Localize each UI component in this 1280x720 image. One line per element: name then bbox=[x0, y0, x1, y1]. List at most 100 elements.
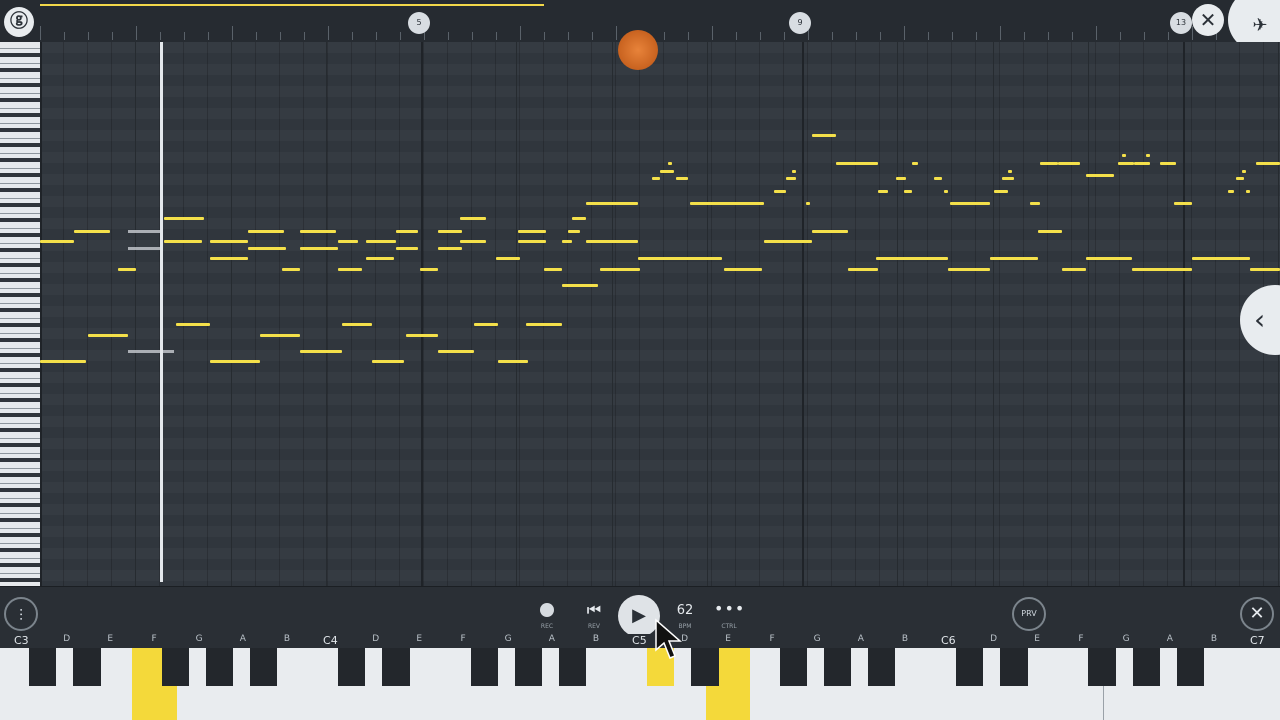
midi-note[interactable] bbox=[518, 240, 546, 243]
midi-note[interactable] bbox=[896, 177, 906, 180]
midi-note[interactable] bbox=[260, 334, 300, 337]
black-key-fsharp4[interactable] bbox=[470, 648, 498, 686]
midi-note[interactable] bbox=[300, 230, 336, 233]
midi-note[interactable] bbox=[562, 284, 598, 287]
midi-note[interactable] bbox=[498, 360, 528, 363]
close-keyboard-icon[interactable]: ✕ bbox=[1240, 597, 1274, 631]
midi-note[interactable] bbox=[836, 162, 878, 165]
ghost-note[interactable] bbox=[128, 350, 174, 353]
midi-note[interactable] bbox=[812, 134, 836, 137]
midi-note[interactable] bbox=[300, 350, 342, 353]
midi-note[interactable] bbox=[848, 268, 878, 271]
midi-note[interactable] bbox=[1086, 174, 1114, 177]
piano-keyboard[interactable] bbox=[0, 648, 1280, 720]
prv-button[interactable]: PRV bbox=[1012, 597, 1046, 631]
midi-note[interactable] bbox=[1040, 162, 1058, 165]
midi-note[interactable] bbox=[812, 230, 848, 233]
midi-note[interactable] bbox=[806, 202, 810, 205]
midi-note[interactable] bbox=[366, 257, 394, 260]
midi-note[interactable] bbox=[460, 240, 486, 243]
midi-note[interactable] bbox=[878, 190, 888, 193]
midi-note[interactable] bbox=[1118, 162, 1134, 165]
black-key-gsharp3[interactable] bbox=[205, 648, 234, 686]
black-key-gsharp5[interactable] bbox=[823, 648, 851, 686]
midi-note[interactable] bbox=[668, 162, 672, 165]
bar-marker-5[interactable]: 5 bbox=[408, 12, 430, 34]
midi-note[interactable] bbox=[1236, 177, 1244, 180]
midi-note[interactable] bbox=[994, 190, 1008, 193]
black-key-dsharp3[interactable] bbox=[73, 648, 101, 686]
midi-note[interactable] bbox=[338, 240, 358, 243]
midi-note[interactable] bbox=[74, 230, 110, 233]
black-key-asharp4[interactable] bbox=[558, 648, 587, 686]
midi-note[interactable] bbox=[1086, 257, 1132, 260]
midi-note[interactable] bbox=[40, 240, 74, 243]
midi-note[interactable] bbox=[1132, 268, 1192, 271]
midi-note[interactable] bbox=[248, 230, 284, 233]
midi-note[interactable] bbox=[774, 190, 786, 193]
midi-note[interactable] bbox=[248, 247, 286, 250]
playhead[interactable] bbox=[160, 42, 163, 582]
midi-note[interactable] bbox=[1228, 190, 1234, 193]
piano-key-strip[interactable] bbox=[0, 42, 40, 586]
midi-note[interactable] bbox=[496, 257, 520, 260]
midi-note[interactable] bbox=[562, 240, 572, 243]
bar-marker-13[interactable]: 13 bbox=[1170, 12, 1192, 34]
midi-note[interactable] bbox=[438, 230, 462, 233]
black-key-csharp3[interactable] bbox=[29, 648, 57, 686]
midi-note[interactable] bbox=[1192, 257, 1250, 260]
midi-note[interactable] bbox=[1250, 268, 1280, 271]
black-key-dsharp6[interactable] bbox=[1000, 648, 1028, 686]
midi-note[interactable] bbox=[1062, 268, 1086, 271]
black-key-gsharp6[interactable] bbox=[1132, 648, 1160, 686]
ghost-note[interactable] bbox=[128, 247, 160, 250]
midi-note[interactable] bbox=[912, 162, 918, 165]
midi-note[interactable] bbox=[724, 268, 762, 271]
midi-note[interactable] bbox=[904, 190, 912, 193]
midi-note[interactable] bbox=[372, 360, 404, 363]
skip-back-icon[interactable]: ⏮ bbox=[584, 601, 604, 619]
midi-note[interactable] bbox=[948, 268, 990, 271]
midi-note[interactable] bbox=[944, 190, 948, 193]
midi-note[interactable] bbox=[518, 230, 546, 233]
midi-note[interactable] bbox=[460, 217, 486, 220]
midi-note[interactable] bbox=[586, 202, 638, 205]
midi-note[interactable] bbox=[1002, 177, 1014, 180]
midi-note[interactable] bbox=[176, 323, 210, 326]
piano-roll-grid[interactable] bbox=[40, 42, 1280, 586]
midi-note[interactable] bbox=[676, 177, 688, 180]
midi-note[interactable] bbox=[438, 247, 462, 250]
midi-note[interactable] bbox=[396, 247, 418, 250]
midi-note[interactable] bbox=[338, 268, 362, 271]
midi-note[interactable] bbox=[638, 257, 722, 260]
midi-note[interactable] bbox=[568, 230, 580, 233]
record-icon[interactable] bbox=[540, 603, 554, 617]
midi-note[interactable] bbox=[210, 257, 248, 260]
midi-note[interactable] bbox=[88, 334, 128, 337]
midi-note[interactable] bbox=[600, 268, 640, 271]
black-key-fsharp5[interactable] bbox=[779, 648, 807, 686]
black-key-csharp4[interactable] bbox=[338, 648, 366, 686]
midi-note[interactable] bbox=[1242, 170, 1246, 173]
midi-note[interactable] bbox=[690, 202, 764, 205]
midi-note[interactable] bbox=[586, 240, 638, 243]
midi-note[interactable] bbox=[1122, 154, 1126, 157]
midi-note[interactable] bbox=[438, 350, 474, 353]
midi-note[interactable] bbox=[544, 268, 562, 271]
black-key-asharp6[interactable] bbox=[1176, 648, 1205, 686]
midi-note[interactable] bbox=[366, 240, 396, 243]
midi-note[interactable] bbox=[474, 323, 498, 326]
fl-logo-icon[interactable]: ⓖ bbox=[4, 7, 34, 37]
midi-note[interactable] bbox=[950, 202, 990, 205]
midi-note[interactable] bbox=[1038, 230, 1062, 233]
black-key-asharp5[interactable] bbox=[867, 648, 896, 686]
midi-note[interactable] bbox=[342, 323, 372, 326]
midi-note[interactable] bbox=[526, 323, 562, 326]
more-icon[interactable]: ••• bbox=[714, 599, 744, 618]
close-icon[interactable]: ✕ bbox=[1192, 4, 1224, 36]
midi-note[interactable] bbox=[990, 257, 1038, 260]
midi-note[interactable] bbox=[652, 177, 660, 180]
midi-note[interactable] bbox=[282, 268, 300, 271]
black-key-dsharp4[interactable] bbox=[382, 648, 410, 686]
white-key-c7[interactable] bbox=[1235, 648, 1280, 720]
